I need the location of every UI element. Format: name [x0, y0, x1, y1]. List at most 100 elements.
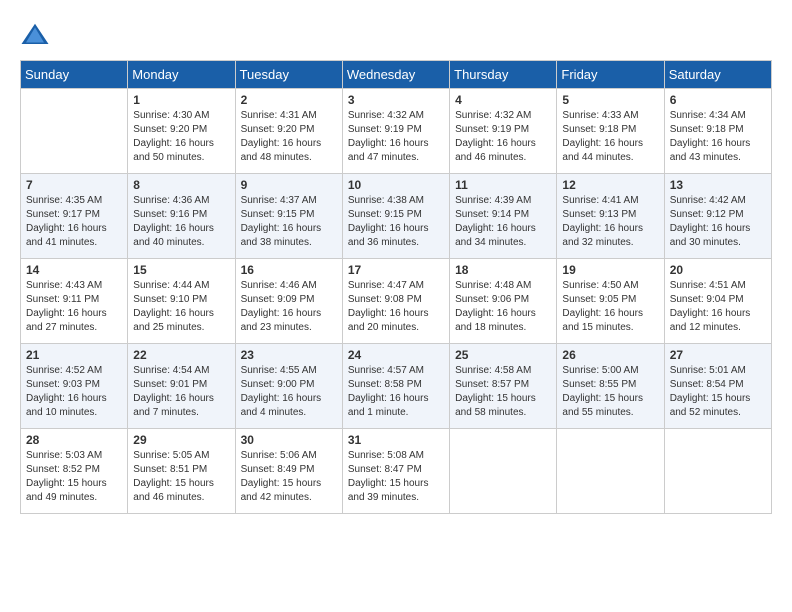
day-number: 7	[26, 178, 122, 192]
logo	[20, 20, 54, 50]
cell-content: Sunrise: 4:46 AMSunset: 9:09 PMDaylight:…	[241, 279, 337, 335]
cell-content: Sunrise: 4:42 AMSunset: 9:12 PMDaylight:…	[670, 194, 766, 250]
cell-content: Sunrise: 4:48 AMSunset: 9:06 PMDaylight:…	[455, 279, 551, 335]
day-number: 22	[133, 348, 229, 362]
calendar-cell: 30 Sunrise: 5:06 AMSunset: 8:49 PMDayligh…	[235, 429, 342, 514]
calendar-cell: 2 Sunrise: 4:31 AMSunset: 9:20 PMDaylight…	[235, 89, 342, 174]
cell-content: Sunrise: 4:34 AMSunset: 9:18 PMDaylight:…	[670, 109, 766, 165]
calendar-cell: 20 Sunrise: 4:51 AMSunset: 9:04 PMDayligh…	[664, 259, 771, 344]
page-header	[20, 20, 772, 50]
logo-icon	[20, 20, 50, 50]
calendar-cell	[450, 429, 557, 514]
day-number: 1	[133, 93, 229, 107]
cell-content: Sunrise: 4:33 AMSunset: 9:18 PMDaylight:…	[562, 109, 658, 165]
day-number: 29	[133, 433, 229, 447]
cell-content: Sunrise: 4:47 AMSunset: 9:08 PMDaylight:…	[348, 279, 444, 335]
calendar-header: SundayMondayTuesdayWednesdayThursdayFrid…	[21, 61, 772, 89]
calendar-cell: 11Sunrise: 4:39 AMSunset: 9:14 PMDayligh…	[450, 174, 557, 259]
calendar-body: 1 Sunrise: 4:30 AMSunset: 9:20 PMDaylight…	[21, 89, 772, 514]
cell-content: Sunrise: 4:37 AMSunset: 9:15 PMDaylight:…	[241, 194, 337, 250]
day-number: 4	[455, 93, 551, 107]
calendar-cell: 25 Sunrise: 4:58 AMSunset: 8:57 PMDayligh…	[450, 344, 557, 429]
cell-content: Sunrise: 4:57 AMSunset: 8:58 PMDaylight:…	[348, 364, 444, 420]
cell-content: Sunrise: 4:39 AMSunset: 9:14 PMDaylight:…	[455, 194, 551, 250]
cell-content: Sunrise: 5:06 AMSunset: 8:49 PMDaylight:…	[241, 449, 337, 505]
day-number: 21	[26, 348, 122, 362]
cell-content: Sunrise: 4:50 AMSunset: 9:05 PMDaylight:…	[562, 279, 658, 335]
cell-content: Sunrise: 4:55 AMSunset: 9:00 PMDaylight:…	[241, 364, 337, 420]
day-number: 8	[133, 178, 229, 192]
day-number: 2	[241, 93, 337, 107]
cell-content: Sunrise: 4:38 AMSunset: 9:15 PMDaylight:…	[348, 194, 444, 250]
calendar-cell: 7Sunrise: 4:35 AMSunset: 9:17 PMDaylight…	[21, 174, 128, 259]
calendar-cell	[557, 429, 664, 514]
calendar-cell: 27 Sunrise: 5:01 AMSunset: 8:54 PMDayligh…	[664, 344, 771, 429]
calendar-cell: 31 Sunrise: 5:08 AMSunset: 8:47 PMDayligh…	[342, 429, 449, 514]
day-header-tuesday: Tuesday	[235, 61, 342, 89]
day-number: 14	[26, 263, 122, 277]
calendar-cell: 6 Sunrise: 4:34 AMSunset: 9:18 PMDaylight…	[664, 89, 771, 174]
day-number: 25	[455, 348, 551, 362]
calendar-week-3: 14 Sunrise: 4:43 AMSunset: 9:11 PMDayligh…	[21, 259, 772, 344]
cell-content: Sunrise: 4:52 AMSunset: 9:03 PMDaylight:…	[26, 364, 122, 420]
cell-content: Sunrise: 4:44 AMSunset: 9:10 PMDaylight:…	[133, 279, 229, 335]
day-number: 18	[455, 263, 551, 277]
day-number: 12	[562, 178, 658, 192]
calendar-week-2: 7Sunrise: 4:35 AMSunset: 9:17 PMDaylight…	[21, 174, 772, 259]
day-number: 6	[670, 93, 766, 107]
calendar-cell: 1 Sunrise: 4:30 AMSunset: 9:20 PMDaylight…	[128, 89, 235, 174]
day-number: 3	[348, 93, 444, 107]
cell-content: Sunrise: 4:51 AMSunset: 9:04 PMDaylight:…	[670, 279, 766, 335]
calendar-cell: 15 Sunrise: 4:44 AMSunset: 9:10 PMDayligh…	[128, 259, 235, 344]
calendar-cell: 12Sunrise: 4:41 AMSunset: 9:13 PMDayligh…	[557, 174, 664, 259]
calendar-cell: 18 Sunrise: 4:48 AMSunset: 9:06 PMDayligh…	[450, 259, 557, 344]
calendar-cell: 19 Sunrise: 4:50 AMSunset: 9:05 PMDayligh…	[557, 259, 664, 344]
day-number: 9	[241, 178, 337, 192]
calendar-cell: 22 Sunrise: 4:54 AMSunset: 9:01 PMDayligh…	[128, 344, 235, 429]
calendar-cell	[21, 89, 128, 174]
calendar-cell: 5Sunrise: 4:33 AMSunset: 9:18 PMDaylight…	[557, 89, 664, 174]
day-header-friday: Friday	[557, 61, 664, 89]
cell-content: Sunrise: 4:31 AMSunset: 9:20 PMDaylight:…	[241, 109, 337, 165]
cell-content: Sunrise: 4:30 AMSunset: 9:20 PMDaylight:…	[133, 109, 229, 165]
day-number: 31	[348, 433, 444, 447]
cell-content: Sunrise: 5:01 AMSunset: 8:54 PMDaylight:…	[670, 364, 766, 420]
calendar-cell: 29 Sunrise: 5:05 AMSunset: 8:51 PMDayligh…	[128, 429, 235, 514]
cell-content: Sunrise: 5:00 AMSunset: 8:55 PMDaylight:…	[562, 364, 658, 420]
calendar-cell: 13 Sunrise: 4:42 AMSunset: 9:12 PMDayligh…	[664, 174, 771, 259]
calendar-table: SundayMondayTuesdayWednesdayThursdayFrid…	[20, 60, 772, 514]
day-number: 27	[670, 348, 766, 362]
cell-content: Sunrise: 5:05 AMSunset: 8:51 PMDaylight:…	[133, 449, 229, 505]
cell-content: Sunrise: 4:58 AMSunset: 8:57 PMDaylight:…	[455, 364, 551, 420]
day-header-monday: Monday	[128, 61, 235, 89]
day-header-sunday: Sunday	[21, 61, 128, 89]
day-number: 10	[348, 178, 444, 192]
calendar-cell: 14 Sunrise: 4:43 AMSunset: 9:11 PMDayligh…	[21, 259, 128, 344]
cell-content: Sunrise: 4:43 AMSunset: 9:11 PMDaylight:…	[26, 279, 122, 335]
calendar-cell: 26 Sunrise: 5:00 AMSunset: 8:55 PMDayligh…	[557, 344, 664, 429]
calendar-cell: 10 Sunrise: 4:38 AMSunset: 9:15 PMDayligh…	[342, 174, 449, 259]
calendar-cell: 16 Sunrise: 4:46 AMSunset: 9:09 PMDayligh…	[235, 259, 342, 344]
day-number: 20	[670, 263, 766, 277]
day-number: 16	[241, 263, 337, 277]
day-number: 30	[241, 433, 337, 447]
calendar-week-4: 21 Sunrise: 4:52 AMSunset: 9:03 PMDayligh…	[21, 344, 772, 429]
day-header-wednesday: Wednesday	[342, 61, 449, 89]
day-number: 19	[562, 263, 658, 277]
day-number: 15	[133, 263, 229, 277]
calendar-cell: 8Sunrise: 4:36 AMSunset: 9:16 PMDaylight…	[128, 174, 235, 259]
day-number: 26	[562, 348, 658, 362]
day-number: 17	[348, 263, 444, 277]
cell-content: Sunrise: 5:08 AMSunset: 8:47 PMDaylight:…	[348, 449, 444, 505]
cell-content: Sunrise: 4:32 AMSunset: 9:19 PMDaylight:…	[455, 109, 551, 165]
calendar-cell	[664, 429, 771, 514]
day-number: 24	[348, 348, 444, 362]
day-header-row: SundayMondayTuesdayWednesdayThursdayFrid…	[21, 61, 772, 89]
cell-content: Sunrise: 4:54 AMSunset: 9:01 PMDaylight:…	[133, 364, 229, 420]
calendar-cell: 23 Sunrise: 4:55 AMSunset: 9:00 PMDayligh…	[235, 344, 342, 429]
calendar-cell: 17 Sunrise: 4:47 AMSunset: 9:08 PMDayligh…	[342, 259, 449, 344]
calendar-week-5: 28Sunrise: 5:03 AMSunset: 8:52 PMDayligh…	[21, 429, 772, 514]
day-number: 13	[670, 178, 766, 192]
day-number: 23	[241, 348, 337, 362]
calendar-cell: 21 Sunrise: 4:52 AMSunset: 9:03 PMDayligh…	[21, 344, 128, 429]
